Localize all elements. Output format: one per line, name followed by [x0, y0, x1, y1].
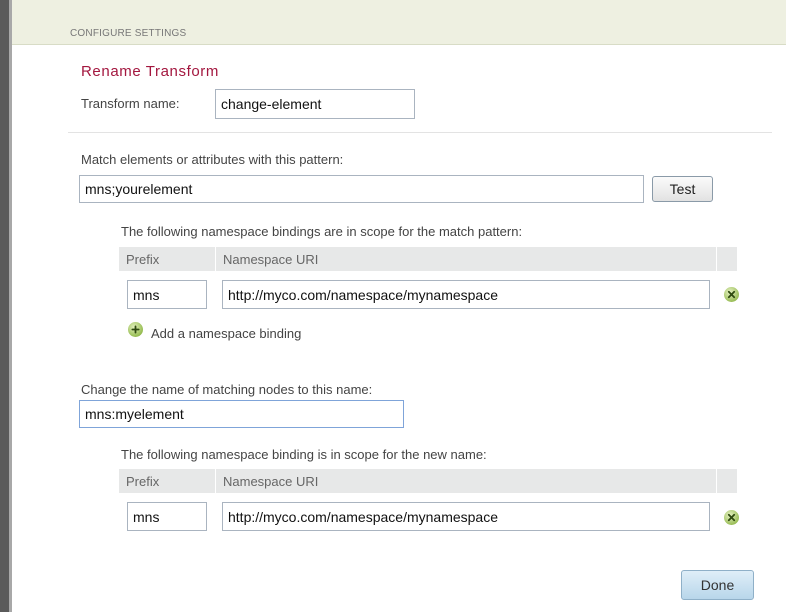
match-ns-col-uri: Namespace URI	[223, 251, 319, 267]
transform-name-label: Transform name:	[81, 96, 180, 111]
match-ns-col-prefix: Prefix	[126, 251, 160, 267]
match-pattern-input[interactable]: mns;yourelement	[79, 175, 644, 203]
column-separator	[716, 469, 717, 493]
window-left-border	[0, 0, 9, 612]
remove-icon[interactable]	[724, 287, 739, 302]
add-icon[interactable]	[128, 322, 143, 337]
match-ns-table-header: Prefix Namespace URI	[119, 247, 737, 271]
section-divider	[68, 132, 772, 133]
rename-ns-intro: The following namespace binding is in sc…	[121, 447, 487, 462]
rename-ns-prefix-input[interactable]: mns	[127, 502, 207, 531]
match-ns-uri-input[interactable]: http://myco.com/namespace/mynamespace	[222, 280, 710, 309]
new-name-value: mns:myelement	[85, 406, 184, 422]
rename-ns-uri-input[interactable]: http://myco.com/namespace/mynamespace	[222, 502, 710, 531]
dialog-header: CONFIGURE SETTINGS	[12, 0, 786, 45]
done-button[interactable]: Done	[681, 570, 754, 600]
test-button[interactable]: Test	[652, 176, 713, 202]
match-pattern-label: Match elements or attributes with this p…	[81, 152, 344, 167]
new-name-input[interactable]: mns:myelement	[79, 400, 404, 428]
rename-ns-table-header: Prefix Namespace URI	[119, 469, 737, 493]
rename-ns-col-prefix: Prefix	[126, 473, 160, 489]
rename-ns-col-uri: Namespace URI	[223, 473, 319, 489]
page-title: Rename Transform	[81, 63, 219, 80]
transform-name-input[interactable]: change-element	[215, 89, 415, 119]
rename-label: Change the name of matching nodes to thi…	[81, 382, 373, 397]
remove-icon[interactable]	[724, 510, 739, 525]
column-separator	[716, 247, 717, 271]
window-left-border-inner	[9, 0, 12, 612]
match-ns-intro: The following namespace bindings are in …	[121, 224, 523, 239]
add-namespace-binding-link[interactable]: Add a namespace binding	[151, 326, 301, 341]
match-ns-prefix-input[interactable]: mns	[127, 280, 207, 309]
header-label: CONFIGURE SETTINGS	[70, 28, 187, 39]
